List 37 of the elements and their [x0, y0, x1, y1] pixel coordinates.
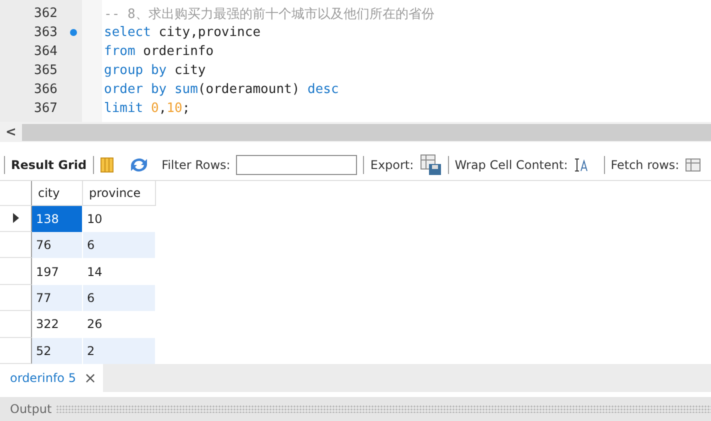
output-panel-header[interactable]: Output [0, 397, 711, 421]
line-number: 365 [34, 63, 58, 78]
columns-icon[interactable] [100, 157, 114, 173]
result-grid-label: Result Grid [11, 158, 87, 172]
fetch-rows-icon[interactable] [685, 158, 702, 172]
current-row-icon [12, 213, 18, 224]
code-line: order by sum(orderamount) desc [103, 82, 339, 97]
filter-rows-field[interactable] [236, 155, 358, 175]
scrollbar-thumb[interactable] [22, 124, 711, 140]
result-tab[interactable]: orderinfo 5 × [0, 364, 103, 392]
table-cell: 2 [83, 338, 155, 364]
table-cell: 77 [32, 284, 82, 312]
table-cell: 76 [32, 232, 82, 258]
close-button[interactable]: × [84, 369, 97, 387]
export-label: Export: [370, 158, 414, 172]
code-line: select city,province [103, 25, 261, 40]
line-number: 364 [34, 44, 58, 59]
wrap-text-icon[interactable] [574, 157, 590, 173]
table-cell: 52 [32, 338, 82, 364]
wrap-cell-content-label: Wrap Cell Content: [454, 158, 568, 172]
line-number: 367 [34, 101, 58, 116]
code-line: from orderinfo [103, 44, 214, 59]
code-line: group by city [103, 63, 206, 78]
table-cell: 138 [32, 206, 82, 232]
line-number: 366 [34, 82, 58, 97]
line-number: 363 [34, 25, 58, 40]
fetch-rows-label: Fetch rows: [610, 158, 680, 172]
code-line: -- 8、求出购买力最强的前十个城市以及他们所在的省份 [103, 6, 434, 22]
tab-label: orderinfo 5 [10, 371, 76, 385]
line-number: 362 [34, 6, 58, 21]
code-line: limit 0,10; [103, 101, 190, 116]
filter-rows-label: Filter Rows: [162, 158, 230, 172]
output-label: Output [10, 402, 52, 416]
table-cell: 6 [83, 284, 155, 312]
table-cell: 6 [83, 232, 155, 258]
export-icon[interactable] [420, 154, 442, 176]
row-header [0, 181, 32, 206]
